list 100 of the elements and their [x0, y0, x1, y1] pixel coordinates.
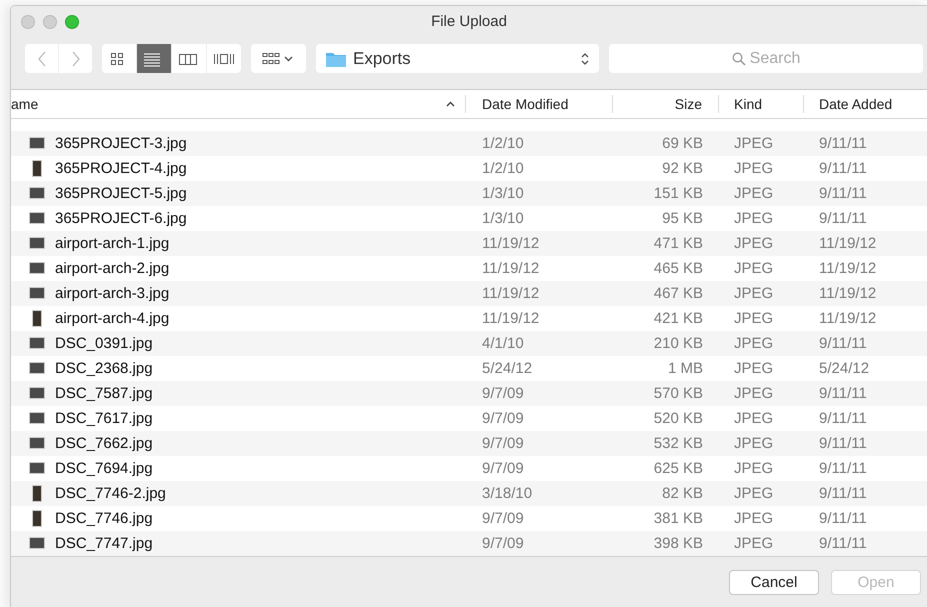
file-kind: JPEG	[734, 210, 774, 227]
file-kind: JPEG	[734, 334, 774, 352]
arrange-button[interactable]	[251, 44, 306, 74]
file-row[interactable]: DSC_7662.jpg 9/7/09 532 KB JPEG 9/11/11	[11, 430, 927, 456]
date-modified: 9/7/09	[482, 384, 524, 402]
file-row[interactable]: DSC_2368.jpg 5/24/12 1 MB JPEG 5/24/12	[11, 356, 927, 381]
date-modified: 11/19/12	[482, 234, 540, 252]
file-row[interactable]: DSC_7617.jpg 9/7/09 520 KB JPEG 9/11/11	[11, 406, 927, 431]
date-added: 9/11/11	[819, 210, 867, 227]
column-header[interactable]: ame	[11, 94, 466, 113]
file-row[interactable]: 365PROJECT-6.jpg 1/3/10 95 KB JPEG 9/11/11	[11, 206, 927, 231]
file-name: airport-arch-3.jpg	[55, 284, 170, 302]
file-row[interactable]: DSC_7746.jpg 9/7/09 381 KB JPEG 9/11/11	[11, 506, 927, 531]
file-kind: JPEG	[734, 360, 774, 377]
column-header[interactable]: Date Modified	[466, 94, 613, 113]
file-row[interactable]: airport-arch-2.jpg 11/19/12 465 KB JPEG 11/19/12	[11, 256, 927, 281]
file-kind: JPEG	[734, 260, 774, 277]
date-modified: 11/19/12	[482, 284, 540, 302]
date-added: 9/11/11	[819, 434, 867, 452]
file-name: DSC_2368.jpg	[55, 360, 153, 377]
date-added: 9/11/11	[819, 534, 867, 552]
date-added: 9/11/11	[819, 134, 867, 152]
file-row[interactable]: 365PROJECT-3.jpg 1/2/10 69 KB JPEG 9/11/11	[11, 130, 927, 156]
dialog-button[interactable]: Cancel	[729, 570, 819, 595]
file-name: DSC_7694.jpg	[55, 460, 153, 477]
column-header[interactable]: Kind	[719, 94, 804, 113]
date-added: 11/19/12	[819, 310, 876, 327]
date-modified: 4/1/10	[482, 334, 524, 352]
file-name: 365PROJECT-5.jpg	[55, 184, 187, 202]
date-modified: 11/19/12	[482, 260, 540, 277]
file-size: 465 KB	[654, 260, 703, 277]
file-size: 92 KB	[662, 160, 703, 177]
file-name: DSC_7746-2.jpg	[55, 484, 166, 502]
file-row[interactable]: airport-arch-4.jpg 11/19/12 421 KB JPEG 11/19/12	[11, 306, 927, 331]
file-kind: JPEG	[734, 484, 774, 502]
file-row[interactable]: DSC_7747.jpg 9/7/09 398 KB JPEG 9/11/11	[11, 530, 927, 556]
file-kind: JPEG	[734, 410, 774, 427]
chevron-right-icon	[70, 50, 80, 67]
file-kind: JPEG	[734, 184, 774, 202]
file-kind: JPEG	[734, 310, 774, 327]
date-added: 9/11/11	[819, 460, 867, 477]
file-row[interactable]: airport-arch-1.jpg 11/19/12 471 KB JPEG 11/19/12	[11, 230, 927, 256]
date-added: 11/19/12	[819, 284, 876, 302]
grid-caret-icon	[262, 52, 296, 66]
file-row[interactable]: DSC_7746-2.jpg 3/18/10 82 KB JPEG 9/11/11	[11, 480, 927, 506]
file-row[interactable]: DSC_0391.jpg 4/1/10 210 KB JPEG 9/11/11	[11, 330, 927, 356]
file-name: DSC_7747.jpg	[55, 534, 153, 552]
file-size: 625 KB	[654, 460, 703, 477]
file-name: DSC_7587.jpg	[55, 384, 153, 402]
chevron-left-icon	[36, 50, 46, 67]
file-size: 421 KB	[654, 310, 703, 327]
date-modified: 5/24/12	[482, 360, 532, 377]
column-header[interactable]: Size	[613, 94, 719, 113]
date-modified: 1/3/10	[482, 184, 524, 202]
date-added: 9/11/11	[819, 484, 867, 502]
file-row[interactable]: 365PROJECT-4.jpg 1/2/10 92 KB JPEG 9/11/11	[11, 156, 927, 181]
file-kind: JPEG	[734, 510, 774, 527]
file-size: 532 KB	[654, 434, 703, 452]
file-row[interactable]: DSC_7587.jpg 9/7/09 570 KB JPEG 9/11/11	[11, 380, 927, 406]
date-added: 9/11/11	[819, 334, 867, 352]
view-mode-button[interactable]	[137, 44, 171, 74]
view-mode-button[interactable]	[207, 44, 241, 74]
file-row[interactable]: airport-arch-3.jpg 11/19/12 467 KB JPEG 11/19/12	[11, 280, 927, 306]
date-modified: 1/3/10	[482, 210, 524, 227]
file-size: 381 KB	[654, 510, 703, 527]
file-size: 210 KB	[654, 334, 703, 352]
date-modified: 9/7/09	[482, 510, 524, 527]
date-added: 9/11/11	[819, 384, 867, 402]
date-modified: 9/7/09	[482, 410, 524, 427]
location-popup[interactable]: Exports	[316, 44, 599, 74]
date-modified: 11/19/12	[482, 310, 540, 327]
date-added: 11/19/12	[819, 260, 876, 277]
date-modified: 9/7/09	[482, 534, 524, 552]
file-name: airport-arch-4.jpg	[55, 310, 170, 327]
sort-caret-icon	[446, 100, 455, 107]
file-kind: JPEG	[734, 234, 774, 252]
file-size: 520 KB	[654, 410, 703, 427]
date-modified: 9/7/09	[482, 460, 524, 477]
file-size: 467 KB	[654, 284, 703, 302]
date-added: 9/11/11	[819, 510, 867, 527]
column-header[interactable]: Date Added	[804, 94, 927, 113]
file-row[interactable]: 365PROJECT-5.jpg 1/3/10 151 KB JPEG 9/11/11	[11, 180, 927, 206]
file-size: 151 KB	[654, 184, 703, 202]
zoom-light-icon[interactable]	[65, 14, 79, 29]
file-name: 365PROJECT-4.jpg	[55, 160, 187, 177]
date-modified: 3/18/10	[482, 484, 532, 502]
file-name: DSC_0391.jpg	[55, 334, 153, 352]
up-down-arrows-icon	[580, 50, 590, 67]
file-kind: JPEG	[734, 534, 774, 552]
view-mode-button[interactable]	[102, 44, 136, 74]
file-name: 365PROJECT-3.jpg	[55, 134, 187, 152]
file-size: 570 KB	[654, 384, 703, 402]
file-size: 471 KB	[654, 234, 703, 252]
file-size: 1 MB	[668, 360, 703, 377]
file-size: 398 KB	[654, 534, 703, 552]
date-modified: 1/2/10	[482, 134, 524, 152]
search-field[interactable]: Search	[609, 44, 923, 74]
file-row[interactable]: DSC_7694.jpg 9/7/09 625 KB JPEG 9/11/11	[11, 456, 927, 481]
date-added: 11/19/12	[819, 234, 876, 252]
view-mode-button[interactable]	[172, 44, 206, 74]
